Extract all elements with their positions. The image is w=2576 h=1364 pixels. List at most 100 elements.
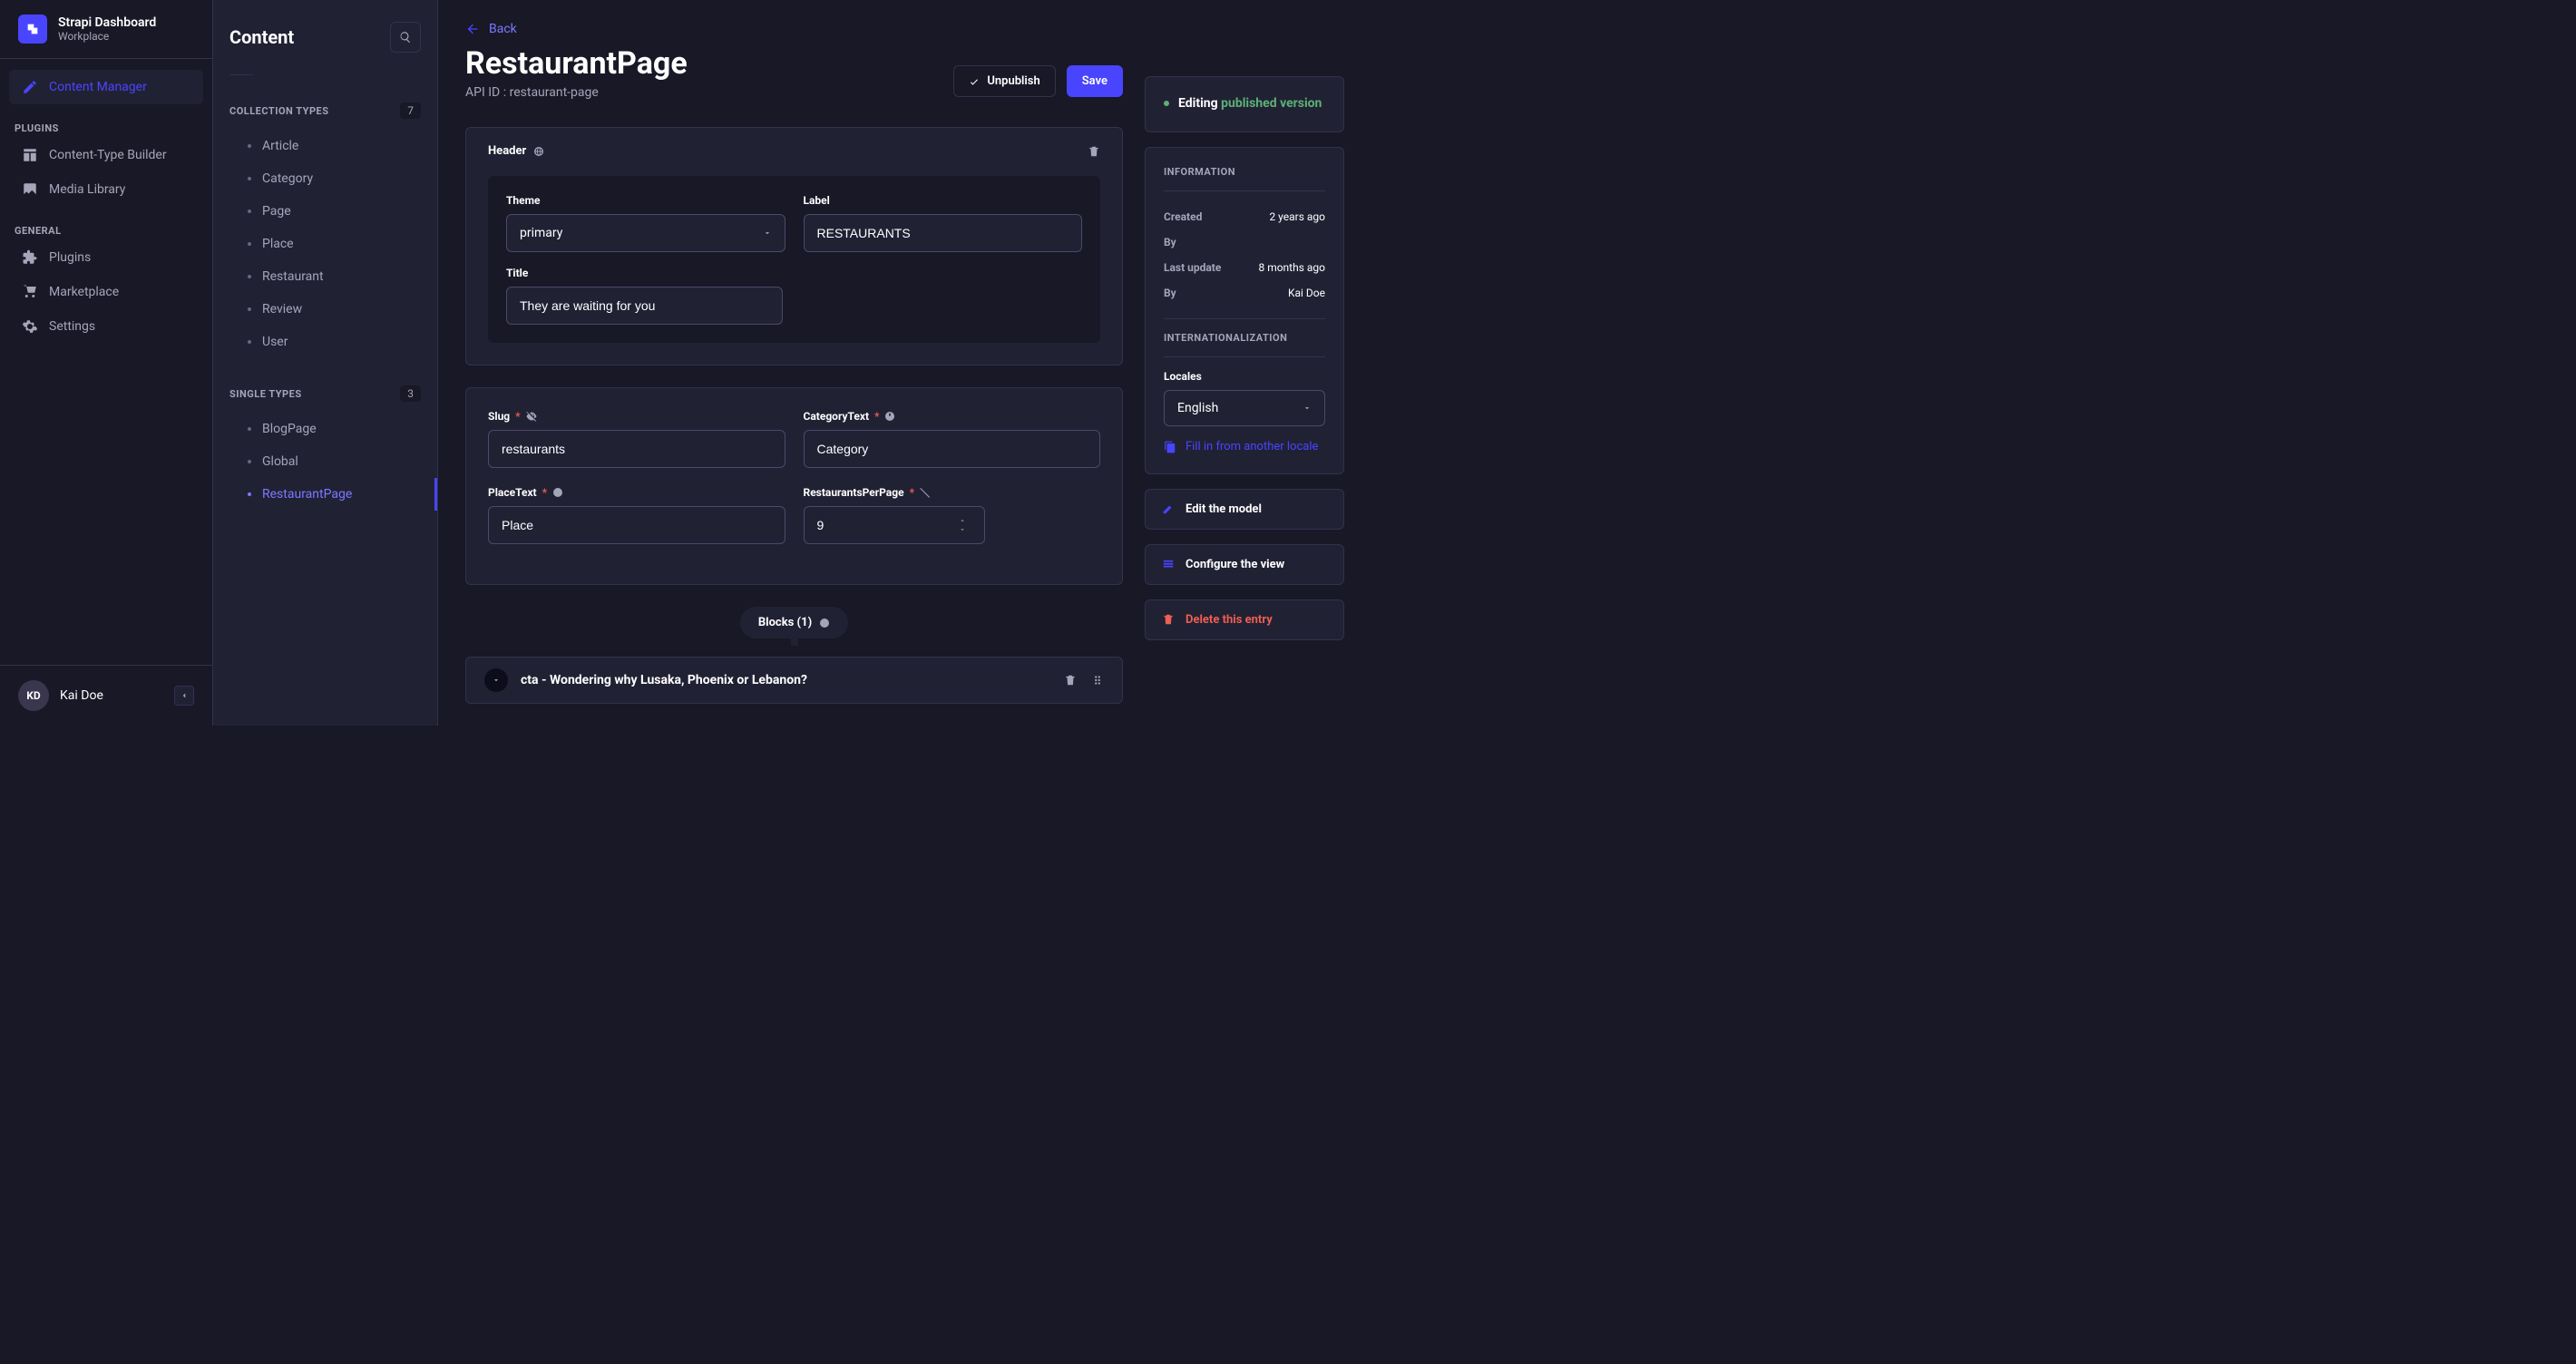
globe-icon bbox=[884, 411, 895, 422]
categorytext-label: CategoryText* bbox=[804, 410, 1101, 423]
rpp-label: RestaurantsPerPage* bbox=[804, 486, 1101, 499]
page-sub-value: : restaurant-page bbox=[503, 85, 599, 100]
nav-media-library[interactable]: Media Library bbox=[9, 172, 203, 207]
number-stepper[interactable] bbox=[958, 517, 967, 533]
placetext-label: PlaceText* bbox=[488, 486, 785, 499]
type-item-article[interactable]: Article bbox=[229, 130, 421, 162]
nav-group-plugins: Plugins bbox=[0, 115, 212, 138]
type-item-label: Global bbox=[262, 454, 298, 469]
meta-by2-value: Kai Doe bbox=[1288, 287, 1325, 299]
status-published: published version bbox=[1221, 96, 1322, 111]
collection-types-list: Article Category Page Place Restaurant R… bbox=[229, 130, 421, 358]
nav-plugins[interactable]: Plugins bbox=[9, 240, 203, 275]
theme-select[interactable]: primary bbox=[506, 214, 785, 252]
collection-types-title: Collection Types bbox=[229, 105, 329, 117]
categorytext-input[interactable] bbox=[804, 430, 1101, 468]
nav-group-general: General bbox=[0, 218, 212, 240]
type-item-label: BlogPage bbox=[262, 422, 317, 436]
type-item-user[interactable]: User bbox=[229, 326, 421, 358]
meta-updated-key: Last update bbox=[1164, 261, 1221, 274]
type-item-global[interactable]: Global bbox=[229, 445, 421, 478]
type-item-label: Article bbox=[262, 139, 298, 153]
type-item-restaurantpage[interactable]: RestaurantPage bbox=[229, 478, 421, 511]
drag-block-handle[interactable] bbox=[1091, 674, 1104, 687]
placetext-label-text: PlaceText bbox=[488, 486, 537, 499]
block-item[interactable]: cta - Wondering why Lusaka, Phoenix or L… bbox=[465, 657, 1123, 704]
i18n-title: Internationalization bbox=[1164, 332, 1325, 344]
meta-updated-value: 8 months ago bbox=[1258, 261, 1325, 274]
back-link[interactable]: Back bbox=[465, 22, 1123, 42]
main: Back RestaurantPage API ID : restaurant-… bbox=[438, 0, 1371, 726]
meta-by-key: By bbox=[1164, 236, 1176, 248]
nav-marketplace[interactable]: Marketplace bbox=[9, 275, 203, 309]
nav-content-manager[interactable]: Content Manager bbox=[9, 70, 203, 104]
unpublish-button[interactable]: Unpublish bbox=[953, 65, 1055, 97]
meta-created-value: 2 years ago bbox=[1269, 210, 1325, 223]
type-item-page[interactable]: Page bbox=[229, 195, 421, 228]
fill-from-locale[interactable]: Fill in from another locale bbox=[1164, 439, 1325, 455]
pencil-icon bbox=[22, 79, 38, 95]
delete-entry-label: Delete this entry bbox=[1186, 613, 1273, 627]
locales-label: Locales bbox=[1164, 370, 1325, 383]
type-item-blogpage[interactable]: BlogPage bbox=[229, 413, 421, 445]
expand-block-button[interactable] bbox=[484, 668, 508, 692]
header-card-title: Header bbox=[488, 144, 544, 158]
page-sub-prefix: API ID bbox=[465, 85, 500, 100]
nav-content-type-builder[interactable]: Content-Type Builder bbox=[9, 138, 203, 172]
status-dot bbox=[1164, 101, 1169, 106]
panel-right: Editing published version Information Cr… bbox=[1145, 22, 1344, 704]
type-item-review[interactable]: Review bbox=[229, 293, 421, 326]
nav-label: Media Library bbox=[49, 182, 125, 197]
locale-value: English bbox=[1177, 401, 1218, 415]
brand-subtitle: Workplace bbox=[58, 30, 156, 43]
single-types-header[interactable]: Single Types 3 bbox=[229, 380, 421, 407]
slug-input[interactable] bbox=[488, 430, 785, 468]
type-item-label: User bbox=[262, 335, 288, 349]
brand: Strapi Dashboard Workplace bbox=[0, 0, 212, 59]
page-subtitle: API ID : restaurant-page bbox=[465, 85, 688, 100]
page-title: RestaurantPage bbox=[465, 45, 688, 82]
placetext-input[interactable] bbox=[488, 506, 785, 544]
type-item-category[interactable]: Category bbox=[229, 162, 421, 195]
delete-entry-button[interactable]: Delete this entry bbox=[1145, 599, 1344, 640]
image-icon bbox=[22, 181, 38, 198]
title-input[interactable] bbox=[506, 287, 783, 325]
nav-label: Content Manager bbox=[49, 80, 147, 94]
status-editing: Editing bbox=[1178, 96, 1218, 111]
theme-value: primary bbox=[520, 226, 562, 240]
nav-settings[interactable]: Settings bbox=[9, 309, 203, 344]
type-item-label: Place bbox=[262, 237, 294, 251]
collapse-sidebar-button[interactable] bbox=[174, 686, 194, 706]
unpublish-label: Unpublish bbox=[987, 74, 1039, 88]
locale-select[interactable]: English bbox=[1164, 390, 1325, 426]
globe-icon bbox=[819, 618, 830, 628]
layout-icon bbox=[22, 147, 38, 163]
type-item-place[interactable]: Place bbox=[229, 228, 421, 260]
collection-types-header[interactable]: Collection Types 7 bbox=[229, 97, 421, 124]
nav-label: Plugins bbox=[49, 250, 91, 265]
fields-card: Slug* CategoryText* bbox=[465, 387, 1123, 585]
divider bbox=[229, 74, 253, 75]
delete-header-button[interactable] bbox=[1088, 145, 1100, 158]
block-title: cta - Wondering why Lusaka, Phoenix or L… bbox=[521, 673, 807, 687]
chevron-left-icon bbox=[180, 691, 189, 700]
avatar[interactable]: KD bbox=[18, 680, 49, 711]
type-item-label: Review bbox=[262, 302, 302, 317]
delete-block-button[interactable] bbox=[1064, 674, 1077, 687]
status-box: Editing published version bbox=[1145, 76, 1344, 132]
type-item-restaurant[interactable]: Restaurant bbox=[229, 260, 421, 293]
single-types-count: 3 bbox=[400, 385, 421, 402]
save-button[interactable]: Save bbox=[1067, 65, 1123, 97]
meta-created-key: Created bbox=[1164, 210, 1202, 223]
puzzle-icon bbox=[22, 249, 38, 266]
single-types-list: BlogPage Global RestaurantPage bbox=[229, 413, 421, 511]
search-button[interactable] bbox=[390, 22, 421, 53]
user-name: Kai Doe bbox=[60, 688, 103, 703]
eye-off-icon bbox=[526, 411, 537, 422]
check-icon bbox=[969, 76, 980, 87]
chevron-down-icon bbox=[763, 229, 772, 238]
label-input[interactable] bbox=[804, 214, 1083, 252]
sidebar-footer: KD Kai Doe bbox=[0, 665, 212, 726]
configure-view-button[interactable]: Configure the view bbox=[1145, 544, 1344, 585]
edit-model-button[interactable]: Edit the model bbox=[1145, 489, 1344, 530]
